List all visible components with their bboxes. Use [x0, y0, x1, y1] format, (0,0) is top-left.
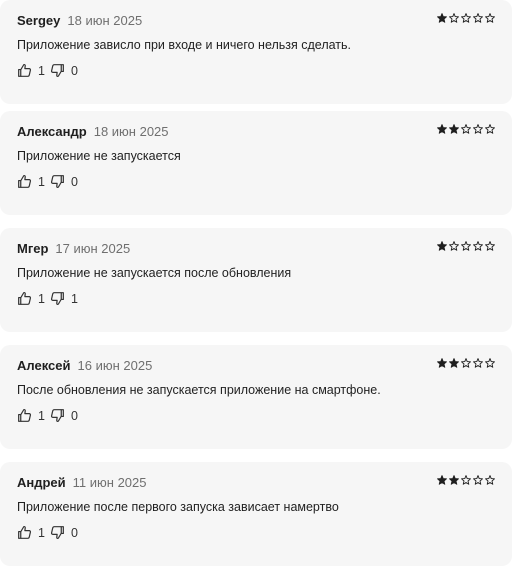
star-outline-icon	[449, 13, 459, 23]
review-text: После обновления не запускается приложен…	[17, 383, 381, 397]
star-outline-icon	[473, 241, 483, 251]
dislike-count: 0	[70, 408, 78, 423]
review-header: Алексей 16 июн 2025	[17, 358, 152, 373]
review-author: Александр	[17, 124, 87, 139]
review-rating	[437, 124, 495, 134]
review-votes: 10	[17, 525, 78, 540]
thumbs-down-icon	[50, 63, 65, 78]
star-outline-icon	[485, 241, 495, 251]
like-count: 1	[38, 525, 45, 540]
review-rating	[437, 358, 495, 368]
review-card: Андрей 11 июн 2025 Приложение после первог…	[0, 462, 512, 566]
review-date: 17 июн 2025	[55, 241, 131, 256]
review-text: Приложение зависло при входе и ничего не…	[17, 38, 352, 52]
like-count: 1	[38, 174, 45, 189]
review-author: Мгер	[17, 241, 49, 256]
star-outline-icon	[461, 124, 471, 134]
star-outline-icon	[473, 475, 483, 485]
dislike-button[interactable]: 0	[50, 63, 78, 78]
review-card: Sergey 18 июн 2025 Приложение зависло при …	[0, 0, 512, 104]
star-outline-icon	[461, 475, 471, 485]
like-count: 1	[38, 63, 45, 78]
review-header: Sergey 18 июн 2025	[17, 13, 142, 28]
star-outline-icon	[485, 475, 495, 485]
dislike-count: 0	[70, 525, 78, 540]
thumbs-down-icon	[50, 291, 65, 306]
star-outline-icon	[485, 124, 495, 134]
like-button[interactable]: 1	[17, 291, 45, 306]
review-date: 11 июн 2025	[72, 475, 147, 490]
dislike-button[interactable]: 0	[50, 174, 78, 189]
review-rating	[437, 241, 495, 251]
review-card: Мгер 17 июн 2025 Приложение не запускается…	[0, 228, 512, 332]
review-date: 18 июн 2025	[67, 13, 143, 28]
reviews-list: Sergey 18 июн 2025 Приложение зависло при …	[0, 0, 514, 572]
dislike-button[interactable]: 0	[50, 525, 78, 540]
star-outline-icon	[473, 124, 483, 134]
thumbs-up-icon	[17, 63, 32, 78]
thumbs-up-icon	[17, 408, 32, 423]
like-button[interactable]: 1	[17, 408, 45, 423]
review-header: Александр 18 июн 2025	[17, 124, 169, 139]
star-outline-icon	[461, 358, 471, 368]
star-filled-icon	[437, 124, 447, 134]
star-filled-icon	[437, 241, 447, 251]
star-outline-icon	[485, 358, 495, 368]
review-votes: 11	[17, 291, 78, 306]
dislike-button[interactable]: 0	[50, 408, 78, 423]
review-votes: 10	[17, 63, 78, 78]
review-text: Приложение не запускается	[17, 149, 181, 163]
dislike-count: 0	[70, 174, 78, 189]
like-count: 1	[38, 408, 45, 423]
star-outline-icon	[449, 241, 459, 251]
star-outline-icon	[473, 13, 483, 23]
star-outline-icon	[485, 13, 495, 23]
review-date: 18 июн 2025	[93, 124, 169, 139]
like-count: 1	[38, 291, 45, 306]
like-button[interactable]: 1	[17, 525, 45, 540]
star-outline-icon	[461, 13, 471, 23]
thumbs-up-icon	[17, 525, 32, 540]
review-text: Приложение не запускается после обновлен…	[17, 266, 292, 280]
review-votes: 10	[17, 408, 78, 423]
thumbs-down-icon	[50, 525, 65, 540]
star-filled-icon	[437, 358, 447, 368]
review-rating	[437, 475, 495, 485]
star-filled-icon	[437, 475, 447, 485]
like-button[interactable]: 1	[17, 174, 45, 189]
review-author: Андрей	[17, 475, 66, 490]
thumbs-up-icon	[17, 174, 32, 189]
dislike-count: 0	[70, 63, 78, 78]
review-text: Приложение после первого запуска зависае…	[17, 500, 339, 514]
star-filled-icon	[449, 358, 459, 368]
star-outline-icon	[473, 358, 483, 368]
review-rating	[437, 13, 495, 23]
like-button[interactable]: 1	[17, 63, 45, 78]
review-header: Андрей 11 июн 2025	[17, 475, 147, 490]
review-card: Александр 18 июн 2025 Приложение не запуск…	[0, 111, 512, 215]
review-card: Алексей 16 июн 2025 После обновления не за…	[0, 345, 512, 449]
star-outline-icon	[461, 241, 471, 251]
dislike-count: 1	[70, 291, 78, 306]
dislike-button[interactable]: 1	[50, 291, 78, 306]
review-author: Sergey	[17, 13, 61, 28]
thumbs-down-icon	[50, 408, 65, 423]
review-date: 16 июн 2025	[77, 358, 153, 373]
review-votes: 10	[17, 174, 78, 189]
review-header: Мгер 17 июн 2025	[17, 241, 130, 256]
star-filled-icon	[449, 475, 459, 485]
star-filled-icon	[449, 124, 459, 134]
review-author: Алексей	[17, 358, 71, 373]
thumbs-up-icon	[17, 291, 32, 306]
thumbs-down-icon	[50, 174, 65, 189]
star-filled-icon	[437, 13, 447, 23]
